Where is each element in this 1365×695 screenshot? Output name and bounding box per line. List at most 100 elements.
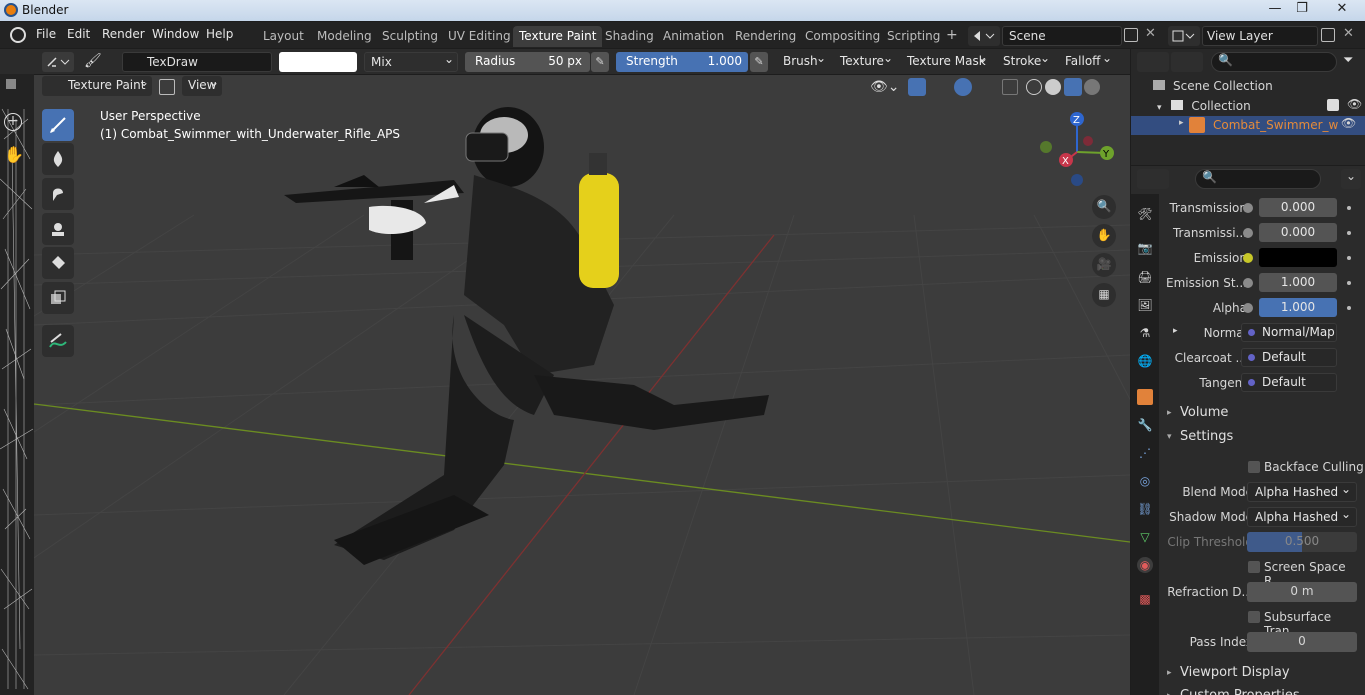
navigation-gizmo[interactable]: Z Y X	[1034, 107, 1124, 192]
menu-brush[interactable]: Brush	[777, 51, 829, 72]
alpha-field[interactable]: 1.000	[1259, 298, 1337, 317]
backface-culling-checkbox[interactable]	[1248, 461, 1260, 473]
fill-tool-button[interactable]	[42, 247, 74, 279]
close-button[interactable]: ✕	[1324, 0, 1360, 20]
custom-properties-section[interactable]: Custom Properties	[1180, 688, 1300, 695]
exclude-checkbox[interactable]	[1327, 99, 1339, 111]
transmission-roughness-field[interactable]: 0.000	[1259, 223, 1337, 242]
radius-slider[interactable]: Radius 50 px	[465, 52, 590, 72]
refraction-depth-field[interactable]: 0 m	[1247, 582, 1357, 602]
emission-socket[interactable]	[1243, 253, 1253, 263]
scene-selector-icon[interactable]	[968, 26, 1000, 46]
strength-slider[interactable]: Strength 1.000	[616, 52, 748, 72]
paint-mask-icon[interactable]	[159, 79, 175, 95]
volume-section[interactable]: Volume	[1180, 405, 1228, 420]
render-tab-icon[interactable]: 📷	[1137, 240, 1153, 256]
scene-name-field[interactable]: Scene	[1002, 26, 1122, 46]
brush-color-swatch[interactable]	[279, 52, 357, 72]
perspective-toggle-icon[interactable]: ▦	[1092, 283, 1116, 307]
smear-tool-button[interactable]	[42, 178, 74, 210]
world-tab-icon[interactable]: 🌐	[1137, 353, 1153, 369]
transmission-field[interactable]: 0.000	[1259, 198, 1337, 217]
draw-tool-button[interactable]	[42, 109, 74, 141]
collection-row[interactable]: ▾ Collection 👁	[1157, 97, 1363, 113]
data-tab-icon[interactable]: ▽	[1137, 529, 1153, 545]
tab-sculpting[interactable]: Sculpting	[376, 26, 444, 47]
gizmo-toggle-icon[interactable]	[908, 78, 926, 96]
screen-space-refraction-checkbox[interactable]	[1248, 561, 1260, 573]
tab-compositing[interactable]: Compositing	[799, 26, 886, 47]
transmission-socket[interactable]	[1243, 203, 1253, 213]
outliner-editor-type-icon[interactable]	[1137, 52, 1169, 72]
visibility-selector-icon[interactable]: 👁⌄	[870, 79, 904, 97]
delete-scene-icon[interactable]: ✕	[1145, 26, 1156, 41]
uv-editor-strip[interactable]: + ✋	[0, 49, 34, 695]
clone-tool-button[interactable]	[42, 213, 74, 245]
pass-index-field[interactable]: 0	[1247, 632, 1357, 652]
blend-mode-select[interactable]: Alpha Hashed	[1247, 482, 1357, 502]
xray-toggle-icon[interactable]	[1002, 79, 1018, 95]
display-mode-icon[interactable]	[1171, 52, 1203, 72]
emission-strength-field[interactable]: 1.000	[1259, 273, 1337, 292]
tab-animation[interactable]: Animation	[657, 26, 730, 47]
pan-icon[interactable]: ✋	[1092, 224, 1116, 248]
brush-icon[interactable]: 🖌	[84, 53, 102, 69]
rendered-shading-icon[interactable]	[1084, 79, 1100, 95]
menu-window[interactable]: Window	[152, 27, 199, 41]
tab-layout[interactable]: Layout	[257, 26, 310, 47]
emission-color-swatch[interactable]	[1259, 248, 1337, 267]
maximize-button[interactable]: ❐	[1287, 0, 1317, 20]
properties-search-input[interactable]: 🔍	[1195, 169, 1321, 189]
tab-scripting[interactable]: Scripting	[881, 26, 946, 47]
menu-texture-mask[interactable]: Texture Mask	[901, 51, 991, 72]
texture-tab-icon[interactable]: ▩	[1137, 591, 1153, 607]
transmission-keyframe[interactable]	[1347, 206, 1351, 210]
object-tab-icon[interactable]	[1137, 389, 1153, 405]
subsurface-translucency-checkbox[interactable]	[1248, 611, 1260, 623]
menu-edit[interactable]: Edit	[67, 27, 90, 41]
view-layer-tab-icon[interactable]: 🖼	[1137, 297, 1153, 313]
physics-tab-icon[interactable]: ◎	[1137, 473, 1153, 489]
brush-name-field[interactable]: TexDraw	[122, 52, 272, 72]
emission-strength-socket[interactable]	[1243, 278, 1253, 288]
visibility-eye-icon[interactable]: 👁	[1347, 97, 1362, 111]
blend-mode-dropdown[interactable]: Mix	[364, 52, 458, 72]
pan-hand-icon[interactable]: ✋	[4, 145, 24, 164]
properties-editor-type-icon[interactable]	[1137, 169, 1169, 189]
delete-view-layer-icon[interactable]: ✕	[1343, 26, 1354, 41]
blender-menu-icon[interactable]	[10, 27, 26, 43]
radius-pressure-icon[interactable]: ✎	[591, 52, 609, 72]
custom-properties-expand-icon[interactable]: ▸	[1167, 691, 1172, 695]
menu-falloff[interactable]: Falloff	[1059, 51, 1115, 72]
settings-section[interactable]: Settings	[1180, 429, 1233, 444]
menu-render[interactable]: Render	[102, 27, 145, 41]
scene-tab-icon[interactable]: ⚗	[1137, 325, 1153, 341]
menu-texture[interactable]: Texture	[834, 51, 896, 72]
viewport-display-section[interactable]: Viewport Display	[1180, 665, 1290, 680]
constraints-tab-icon[interactable]: ⛓	[1137, 501, 1153, 517]
output-tab-icon[interactable]: 🖨	[1137, 269, 1153, 285]
minimize-button[interactable]: —	[1260, 0, 1290, 20]
volume-expand-icon[interactable]: ▸	[1167, 408, 1172, 418]
solid-shading-icon[interactable]	[1045, 79, 1061, 95]
wireframe-shading-icon[interactable]	[1026, 79, 1042, 95]
transmission-roughness-socket[interactable]	[1243, 228, 1253, 238]
tab-shading[interactable]: Shading	[599, 26, 660, 47]
3d-viewport[interactable]: Texture Paint View 👁⌄ User Perspective (…	[34, 75, 1130, 695]
alpha-socket[interactable]	[1243, 303, 1253, 313]
tab-modeling[interactable]: Modeling	[311, 26, 378, 47]
modifier-tab-icon[interactable]: 🔧	[1137, 417, 1153, 433]
clearcoat-normal-field[interactable]: Default	[1241, 348, 1337, 367]
new-view-layer-icon[interactable]	[1321, 28, 1335, 42]
menu-view[interactable]: View	[182, 75, 222, 96]
scene-collection-row[interactable]: Scene Collection	[1153, 79, 1273, 93]
viewport-display-expand-icon[interactable]: ▸	[1167, 668, 1172, 678]
mask-tool-button[interactable]	[42, 282, 74, 314]
shadow-mode-select[interactable]: Alpha Hashed	[1247, 507, 1357, 527]
clip-threshold-slider[interactable]: 0.500	[1247, 532, 1357, 552]
strength-pressure-icon[interactable]: ✎	[750, 52, 768, 72]
mode-selector-icon[interactable]	[42, 52, 74, 72]
emission-keyframe[interactable]	[1347, 256, 1351, 260]
normal-link-field[interactable]: Normal/Map	[1241, 323, 1337, 342]
filter-icon[interactable]: ⏷	[1343, 53, 1359, 69]
